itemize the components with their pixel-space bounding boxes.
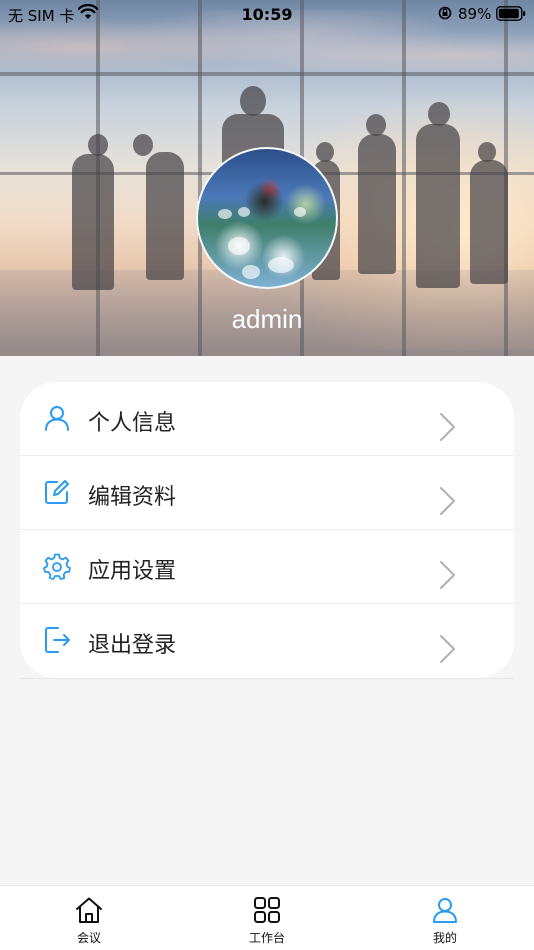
chevron-right-icon [440, 487, 455, 515]
menu-item-edit-profile[interactable]: 编辑资料 [20, 456, 514, 530]
avatar-bokeh [242, 265, 260, 279]
silhouette-head [428, 102, 450, 126]
grid-icon [254, 897, 280, 923]
user-icon [433, 898, 457, 923]
username: admin [231, 304, 303, 334]
menu-item-label: 应用设置 [88, 559, 177, 584]
avatar-bokeh [238, 207, 250, 217]
chevron-right-icon [440, 561, 455, 589]
menu-item-logout[interactable]: 退出登录 [20, 604, 514, 678]
gear-icon [43, 553, 71, 580]
menu-item-label: 退出登录 [88, 633, 177, 658]
chevron-right-icon [440, 635, 455, 663]
window-frame [198, 0, 202, 356]
logout-icon [45, 627, 70, 653]
settings-menu: 个人信息 编辑资料 应用设置 退出登录 [20, 382, 514, 678]
clock: 10:59 [241, 5, 293, 24]
tab-mine[interactable]: 我的 [356, 886, 534, 950]
silhouette-head [316, 142, 334, 162]
silhouette-person [72, 154, 114, 290]
edit-icon [45, 480, 69, 504]
window-frame [402, 0, 406, 356]
tab-label: 会议 [76, 931, 101, 945]
orientation-lock-icon [438, 6, 452, 20]
silhouette-person [146, 152, 184, 280]
menu-item-label: 个人信息 [88, 411, 177, 436]
battery-percentage: 89% [458, 5, 492, 23]
tab-workbench[interactable]: 工作台 [178, 886, 356, 950]
avatar-bokeh [294, 207, 306, 217]
tab-label: 工作台 [248, 931, 285, 945]
status-bar: 无 SIM 卡 10:59 89% [0, 0, 534, 28]
avatar-bokeh [268, 257, 294, 273]
bottom-tab-bar: 会议 工作台 我的 [0, 885, 534, 950]
avatar-bokeh [228, 237, 250, 255]
avatar[interactable] [196, 147, 338, 289]
chevron-right-icon [440, 413, 455, 441]
battery-icon [496, 6, 526, 21]
user-icon [45, 406, 69, 431]
tab-label: 我的 [432, 931, 457, 945]
silhouette-person [358, 134, 396, 274]
silhouette-head [366, 114, 386, 136]
avatar-bokeh [218, 209, 232, 219]
tab-meetings[interactable]: 会议 [0, 886, 178, 950]
silhouette-head [133, 134, 153, 156]
silhouette-head [88, 134, 108, 156]
menu-item-personal-info[interactable]: 个人信息 [20, 382, 514, 456]
silhouette-person [416, 124, 460, 288]
menu-item-label: 编辑资料 [88, 485, 177, 510]
window-frame [0, 72, 534, 76]
silhouette-person [470, 160, 508, 284]
silhouette-head [240, 86, 266, 116]
home-icon [76, 897, 102, 923]
silhouette-head [478, 142, 496, 162]
divider [20, 678, 514, 679]
menu-item-app-settings[interactable]: 应用设置 [20, 530, 514, 604]
